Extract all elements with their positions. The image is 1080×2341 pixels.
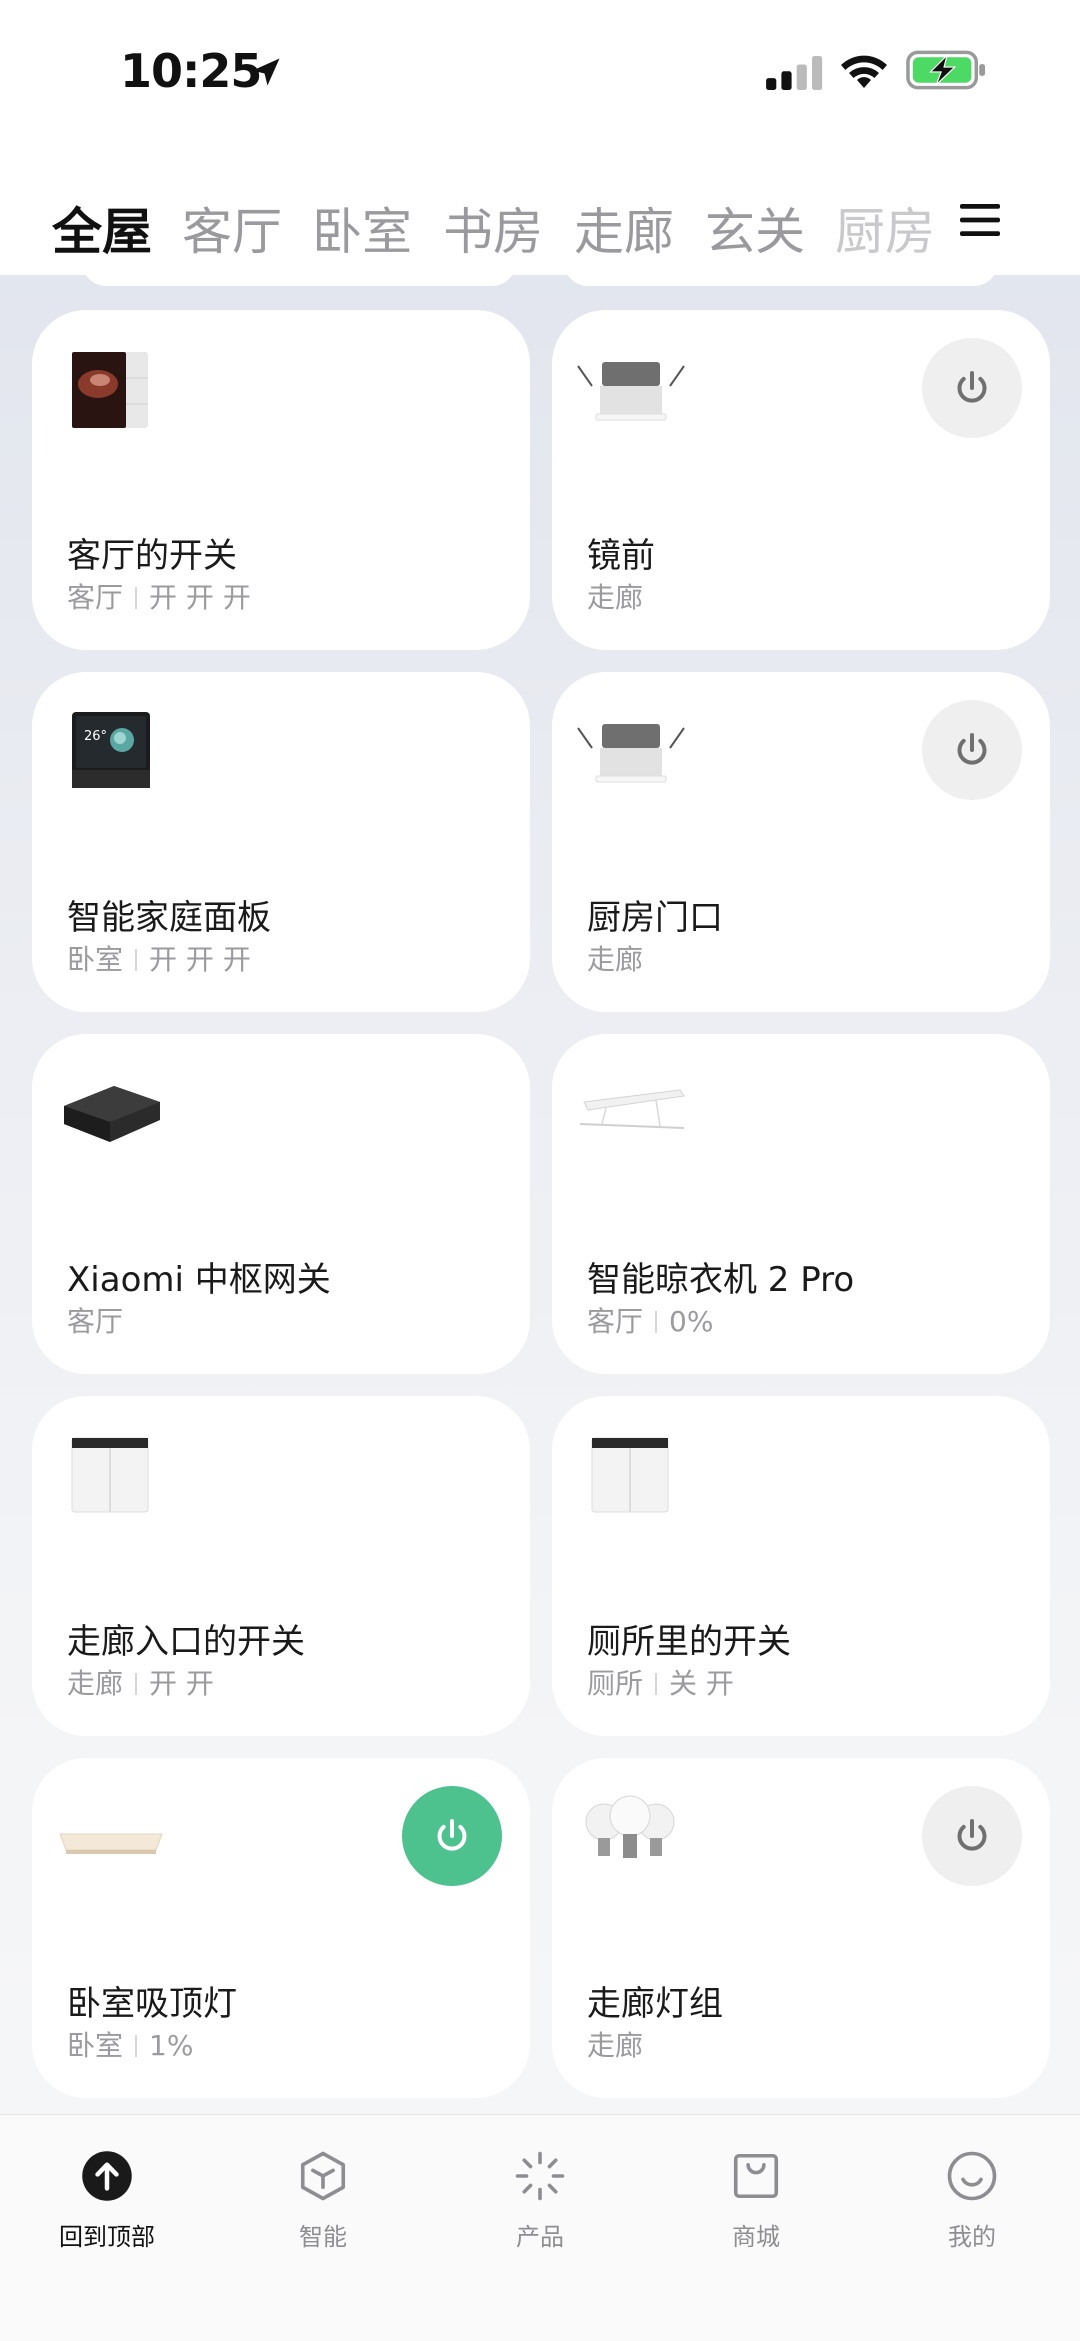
clothes-dryer-image <box>579 1089 685 1129</box>
tab-bedroom[interactable]: 卧室 <box>312 192 412 264</box>
device-subtitle: 走廊 <box>587 581 644 614</box>
battery-charging-icon <box>906 50 986 90</box>
device-subtitle: 客厅 <box>67 1305 124 1338</box>
nav-back-to-top[interactable]: 回到顶部 <box>32 2149 182 2252</box>
device-name: 走廊入口的开关 <box>67 1622 305 1662</box>
arrow-up-circle-icon <box>82 2151 132 2201</box>
power-button[interactable] <box>922 1786 1022 1886</box>
bulb-group-image <box>585 1795 675 1858</box>
device-name: 厨房门口 <box>587 898 723 938</box>
nav-store[interactable]: 商城 <box>681 2149 831 2252</box>
shopping-bag-icon <box>733 2153 779 2199</box>
double-switch-image <box>71 1437 149 1513</box>
device-name: 客厅的开关 <box>67 536 237 576</box>
svg-text:26°: 26° <box>84 729 107 744</box>
wifi-icon <box>841 55 887 88</box>
device-name: 智能晾衣机 2 Pro <box>587 1260 855 1300</box>
status-time: 10:25 <box>120 44 262 98</box>
device-card[interactable]: Xiaomi 中枢网关 客厅 <box>32 1034 530 1374</box>
device-card[interactable]: 卧室吸顶灯 卧室 1% <box>32 1758 530 2098</box>
device-subtitle: 走廊 <box>587 2029 644 2062</box>
nav-label: 我的 <box>948 2223 996 2251</box>
device-name: 卧室吸顶灯 <box>67 1984 237 2024</box>
power-icon <box>437 1819 467 1851</box>
device-name: 厕所里的开关 <box>587 1622 791 1662</box>
menu-icon[interactable] <box>960 202 1000 238</box>
nav-products[interactable]: 产品 <box>465 2149 615 2252</box>
power-icon <box>957 733 987 765</box>
device-name: Xiaomi 中枢网关 <box>67 1260 331 1300</box>
downlight-image <box>577 362 685 421</box>
nav-label: 商城 <box>732 2223 780 2251</box>
cellular-signal-icon <box>766 56 823 90</box>
device-card[interactable]: 厕所里的开关 厕所关 开 <box>552 1396 1050 1736</box>
ceiling-light-image <box>59 1833 163 1854</box>
tab-whole-house[interactable]: 全屋 <box>52 192 152 264</box>
bottom-navigation: 回到顶部 智能 产品 商城 我的 <box>0 2114 1080 2341</box>
device-subtitle: 走廊 <box>587 943 644 976</box>
location-arrow-icon <box>252 58 280 86</box>
smiley-face-icon <box>947 2151 997 2201</box>
power-button[interactable] <box>402 1786 502 1886</box>
device-subtitle: 走廊开 开 <box>67 1667 214 1700</box>
device-name: 智能家庭面板 <box>67 898 271 938</box>
device-card[interactable]: 厨房门口 走廊 <box>552 672 1050 1012</box>
nav-label: 回到顶部 <box>59 2223 155 2251</box>
sparkle-icon <box>515 2151 565 2201</box>
tab-entrance[interactable]: 玄关 <box>705 192 805 264</box>
power-button[interactable] <box>922 700 1022 800</box>
nav-profile[interactable]: 我的 <box>897 2149 1047 2252</box>
double-switch-image <box>591 1437 669 1513</box>
tab-hallway[interactable]: 走廊 <box>574 192 674 264</box>
device-card[interactable]: 智能晾衣机 2 Pro 客厅 0% <box>552 1034 1050 1374</box>
device-card[interactable]: 镜前 走廊 <box>552 310 1050 650</box>
device-card[interactable]: 走廊入口的开关 走廊开 开 <box>32 1396 530 1736</box>
power-icon <box>957 1819 987 1851</box>
device-card[interactable]: 26° 智能家庭面板 卧室开 开 开 <box>32 672 530 1012</box>
home-panel-image: 26° <box>72 712 150 788</box>
hub-gateway-image <box>64 1086 160 1142</box>
room-tabs: 全屋 客厅 卧室 书房 走廊 玄关 厨房 <box>0 150 1080 276</box>
device-subtitle: 卧室 1% <box>67 2029 194 2062</box>
device-subtitle: 客厅开 开 开 <box>67 581 251 614</box>
device-name: 走廊灯组 <box>587 1984 723 2024</box>
device-subtitle: 厕所关 开 <box>587 1667 734 1700</box>
device-name: 镜前 <box>587 536 655 576</box>
device-subtitle: 客厅 0% <box>587 1305 714 1338</box>
status-bar: 10:25 <box>0 0 1080 150</box>
tab-living-room[interactable]: 客厅 <box>182 192 282 264</box>
tab-study[interactable]: 书房 <box>443 192 543 264</box>
smart-switch-image <box>72 352 148 428</box>
nav-smart[interactable]: 智能 <box>248 2149 398 2252</box>
power-icon <box>957 371 987 403</box>
device-card[interactable]: 走廊灯组 走廊 <box>552 1758 1050 2098</box>
downlight-image <box>577 724 685 783</box>
device-subtitle: 卧室开 开 开 <box>67 943 251 976</box>
card-peek-right <box>564 262 998 286</box>
card-peek-left <box>82 262 516 286</box>
nav-label: 智能 <box>299 2223 347 2251</box>
cube-icon <box>300 2151 346 2201</box>
nav-label: 产品 <box>516 2223 564 2251</box>
tab-kitchen[interactable]: 厨房 <box>835 192 935 264</box>
device-card[interactable]: 客厅的开关 客厅开 开 开 <box>32 310 530 650</box>
power-button[interactable] <box>922 338 1022 438</box>
